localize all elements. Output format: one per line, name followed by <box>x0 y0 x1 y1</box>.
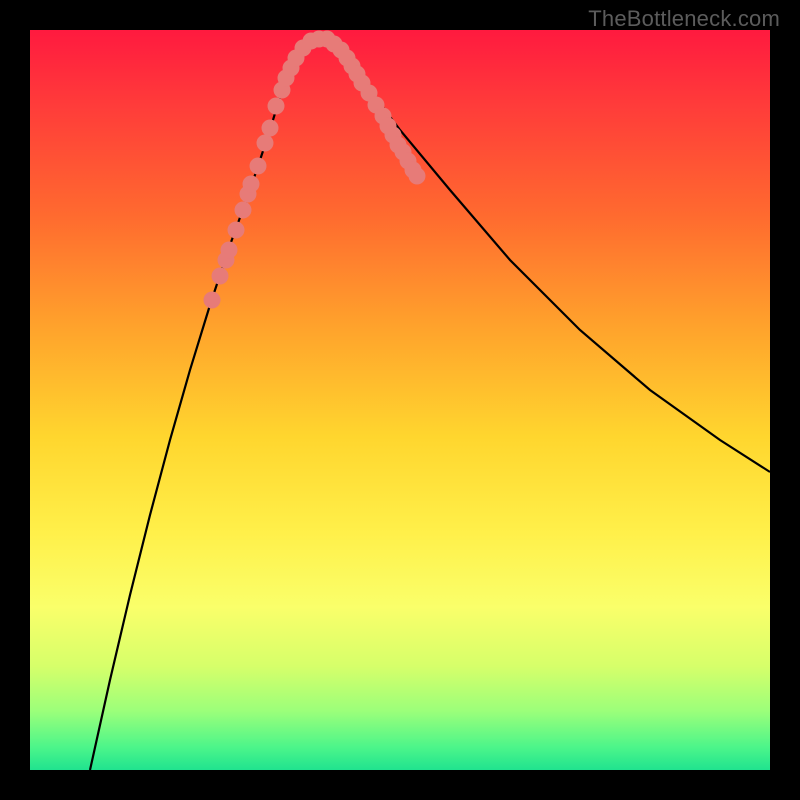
plot-area <box>30 30 770 770</box>
highlight-dot <box>257 135 274 152</box>
highlight-dot <box>204 292 221 309</box>
highlight-dot <box>235 202 252 219</box>
highlight-dot <box>221 242 238 259</box>
curve-path-group <box>90 38 770 770</box>
highlight-dot <box>268 98 285 115</box>
highlight-dot <box>243 176 260 193</box>
highlight-dot <box>250 158 267 175</box>
chart-frame: TheBottleneck.com <box>0 0 800 800</box>
highlight-dot <box>212 268 229 285</box>
watermark-text: TheBottleneck.com <box>588 6 780 32</box>
highlight-dot <box>228 222 245 239</box>
highlight-dot <box>409 168 426 185</box>
highlight-dot <box>262 120 279 137</box>
curve-svg <box>30 30 770 770</box>
bottleneck-curve <box>90 38 770 770</box>
highlight-markers <box>204 31 426 309</box>
